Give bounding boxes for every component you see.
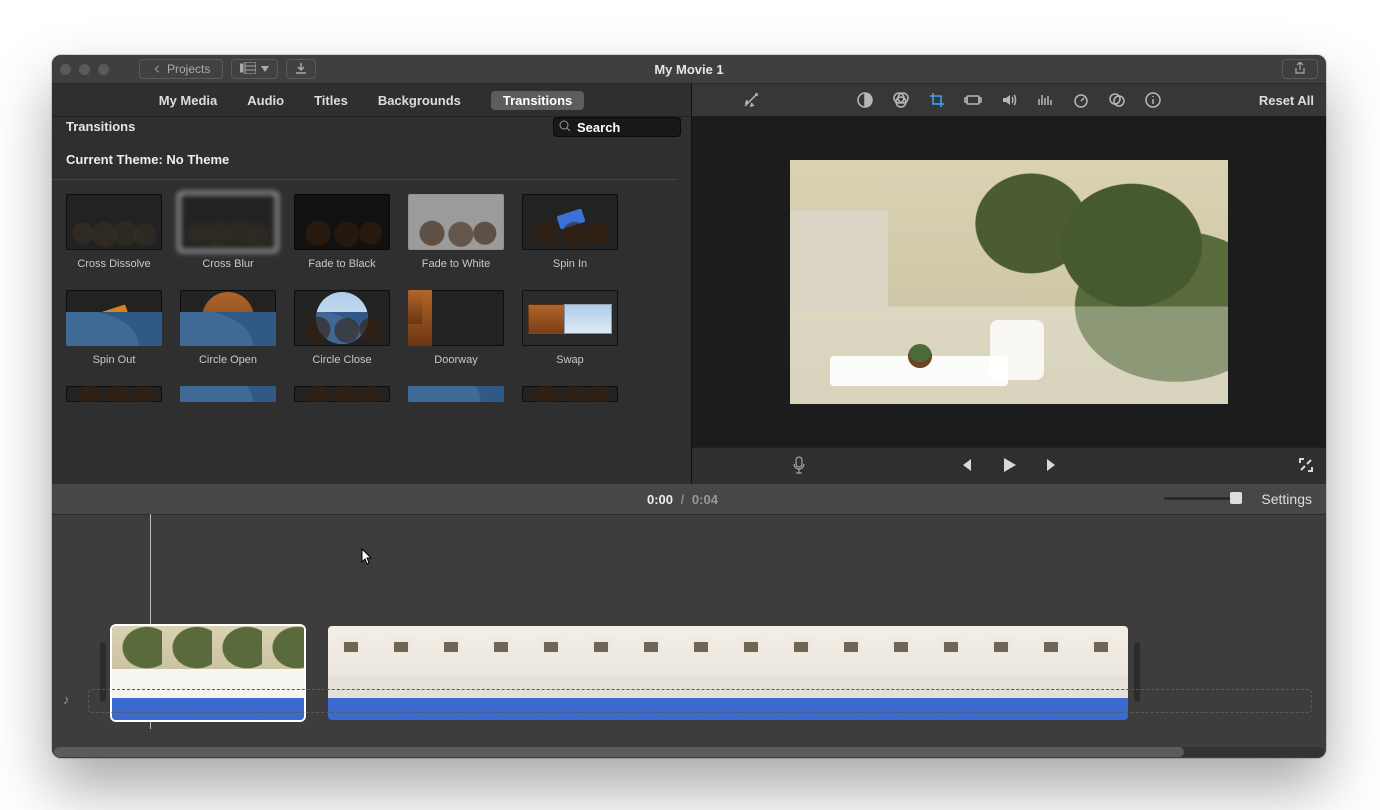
transition-label: Circle Close xyxy=(294,354,390,366)
timeline-settings-button[interactable]: Settings xyxy=(1261,491,1312,507)
play-button[interactable] xyxy=(1000,456,1018,477)
preview-panel: Reset All xyxy=(692,84,1326,484)
transition-cross-dissolve[interactable]: Cross Dissolve xyxy=(66,194,162,270)
video-preview[interactable] xyxy=(692,116,1326,447)
window-min-dot[interactable] xyxy=(79,64,90,75)
transition-spin-in[interactable]: Spin In xyxy=(522,194,618,270)
projects-button-label: Projects xyxy=(167,62,210,76)
titlebar: Projects My Movie 1 xyxy=(52,55,1326,84)
transitions-grid: Cross Dissolve Cross Blur Fade to Black xyxy=(52,180,691,484)
transition-item[interactable] xyxy=(180,386,276,402)
transition-label: Spin Out xyxy=(66,354,162,366)
theme-label: Current Theme: No Theme xyxy=(52,141,677,180)
download-icon xyxy=(295,62,307,77)
video-effects-icon[interactable] xyxy=(1108,91,1126,109)
transition-swap[interactable]: Swap xyxy=(522,290,618,366)
app-window: Projects My Movie 1 xyxy=(52,55,1326,758)
crop-icon[interactable] xyxy=(928,91,946,109)
time-current: 0:00 xyxy=(647,492,673,507)
timeline: 0:00 / 0:04 Settings xyxy=(52,484,1326,758)
search-input[interactable]: Search xyxy=(553,117,681,137)
time-duration: 0:04 xyxy=(692,492,718,507)
share-icon xyxy=(1294,62,1306,77)
transition-cross-blur[interactable]: Cross Blur xyxy=(180,194,276,270)
projects-button[interactable]: Projects xyxy=(139,59,223,79)
volume-icon[interactable] xyxy=(1000,91,1018,109)
tab-titles[interactable]: Titles xyxy=(314,93,348,108)
music-track[interactable]: ♪ xyxy=(88,689,1312,713)
info-icon[interactable] xyxy=(1144,91,1162,109)
import-button[interactable] xyxy=(286,59,316,79)
window-close-dot[interactable] xyxy=(60,64,71,75)
transition-fade-to-white[interactable]: Fade to White xyxy=(408,194,504,270)
transition-label: Spin In xyxy=(522,258,618,270)
transition-circle-open[interactable]: Circle Open xyxy=(180,290,276,366)
transition-label: Fade to White xyxy=(408,258,504,270)
color-correction-icon[interactable] xyxy=(892,91,910,109)
library-toggle-button[interactable] xyxy=(231,59,278,79)
music-icon: ♪ xyxy=(63,692,70,707)
transition-item[interactable] xyxy=(66,386,162,402)
upper-panels: My Media Audio Titles Backgrounds Transi… xyxy=(52,84,1326,484)
tab-audio[interactable]: Audio xyxy=(247,93,284,108)
tab-transitions[interactable]: Transitions xyxy=(491,91,584,110)
prev-button[interactable] xyxy=(956,456,974,477)
voiceover-button[interactable] xyxy=(792,456,806,477)
timeline-scrollbar[interactable] xyxy=(54,747,1324,757)
share-button[interactable] xyxy=(1282,59,1318,79)
transition-fade-to-black[interactable]: Fade to Black xyxy=(294,194,390,270)
timecode: 0:00 / 0:04 xyxy=(647,492,718,507)
transition-label: Cross Blur xyxy=(180,258,276,270)
playback-controls xyxy=(692,447,1326,484)
transition-label: Doorway xyxy=(408,354,504,366)
transition-item[interactable] xyxy=(522,386,618,402)
noise-reduction-icon[interactable] xyxy=(1036,91,1054,109)
window-max-dot[interactable] xyxy=(98,64,109,75)
library-icon xyxy=(240,62,256,77)
cursor-icon xyxy=(361,548,373,566)
transition-circle-close[interactable]: Circle Close xyxy=(294,290,390,366)
search-placeholder: Search xyxy=(577,120,620,135)
video-frame xyxy=(790,160,1228,404)
timeline-tracks[interactable]: ♪ xyxy=(52,514,1326,729)
tab-backgrounds[interactable]: Backgrounds xyxy=(378,93,461,108)
zoom-slider[interactable] xyxy=(1164,497,1236,500)
color-balance-icon[interactable] xyxy=(856,91,874,109)
transition-label: Circle Open xyxy=(180,354,276,366)
transition-item[interactable] xyxy=(408,386,504,402)
panel-title: Transitions xyxy=(66,119,135,134)
transition-doorway[interactable]: Doorway xyxy=(408,290,504,366)
browser-panel: My Media Audio Titles Backgrounds Transi… xyxy=(52,84,691,484)
transition-label: Swap xyxy=(522,354,618,366)
browser-tabs: My Media Audio Titles Backgrounds Transi… xyxy=(52,84,691,116)
browser-subheader: Transitions Search xyxy=(52,116,691,141)
search-icon xyxy=(559,120,571,135)
transition-label: Cross Dissolve xyxy=(66,258,162,270)
inspector-toolbar: Reset All xyxy=(692,84,1326,116)
transition-label: Fade to Black xyxy=(294,258,390,270)
timeline-header: 0:00 / 0:04 Settings xyxy=(52,484,1326,515)
transition-item[interactable] xyxy=(294,386,390,402)
transition-spin-out[interactable]: Spin Out xyxy=(66,290,162,366)
tab-my-media[interactable]: My Media xyxy=(159,93,218,108)
speed-icon[interactable] xyxy=(1072,91,1090,109)
stabilization-icon[interactable] xyxy=(964,91,982,109)
next-button[interactable] xyxy=(1044,456,1062,477)
fullscreen-button[interactable] xyxy=(1298,457,1314,476)
